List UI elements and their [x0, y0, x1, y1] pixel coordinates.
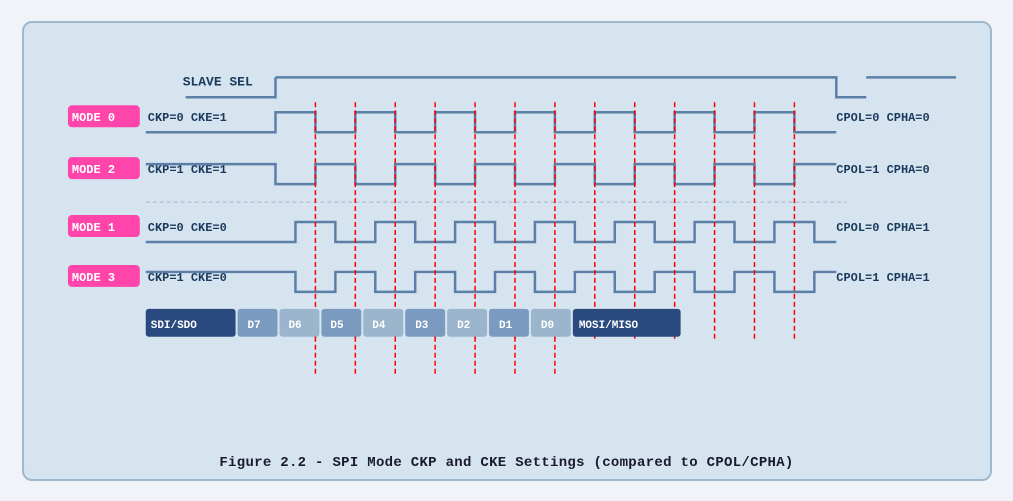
- mode1-params: CKP=0 CKE=0: [147, 221, 226, 235]
- mode0-params: CKP=0 CKE=1: [147, 111, 226, 125]
- d5-label: D5: [330, 319, 344, 331]
- slave-sel-label: SLAVE SEL: [182, 74, 252, 89]
- mode1-right: CPOL=0 CPHA=1: [836, 221, 929, 235]
- d7-label: D7: [247, 319, 260, 331]
- outer-box: SLAVE SEL MODE 0 CKP=0 CKE=1 CPOL=0 CPHA…: [22, 21, 992, 481]
- mode3-label: MODE 3: [71, 270, 114, 284]
- sdisdo-label: SDI/SDO: [150, 319, 196, 331]
- d1-label: D1: [499, 319, 513, 331]
- mode3-right: CPOL=1 CPHA=1: [836, 270, 929, 284]
- d4-label: D4: [372, 319, 386, 331]
- d2-label: D2: [457, 319, 470, 331]
- d3-label: D3: [415, 319, 429, 331]
- d6-label: D6: [288, 319, 301, 331]
- mode1-label: MODE 1: [71, 221, 114, 235]
- figure-caption: Figure 2.2 - SPI Mode CKP and CKE Settin…: [38, 449, 976, 471]
- mode2-label: MODE 2: [71, 163, 114, 177]
- mode2-right: CPOL=1 CPHA=0: [836, 163, 929, 177]
- diagram-area: SLAVE SEL MODE 0 CKP=0 CKE=1 CPOL=0 CPHA…: [38, 35, 976, 449]
- mode0-label: MODE 0: [71, 111, 114, 125]
- d0-label: D0: [540, 319, 553, 331]
- mosimiso-label: MOSI/MISO: [578, 319, 638, 331]
- mode0-right: CPOL=0 CPHA=0: [836, 111, 929, 125]
